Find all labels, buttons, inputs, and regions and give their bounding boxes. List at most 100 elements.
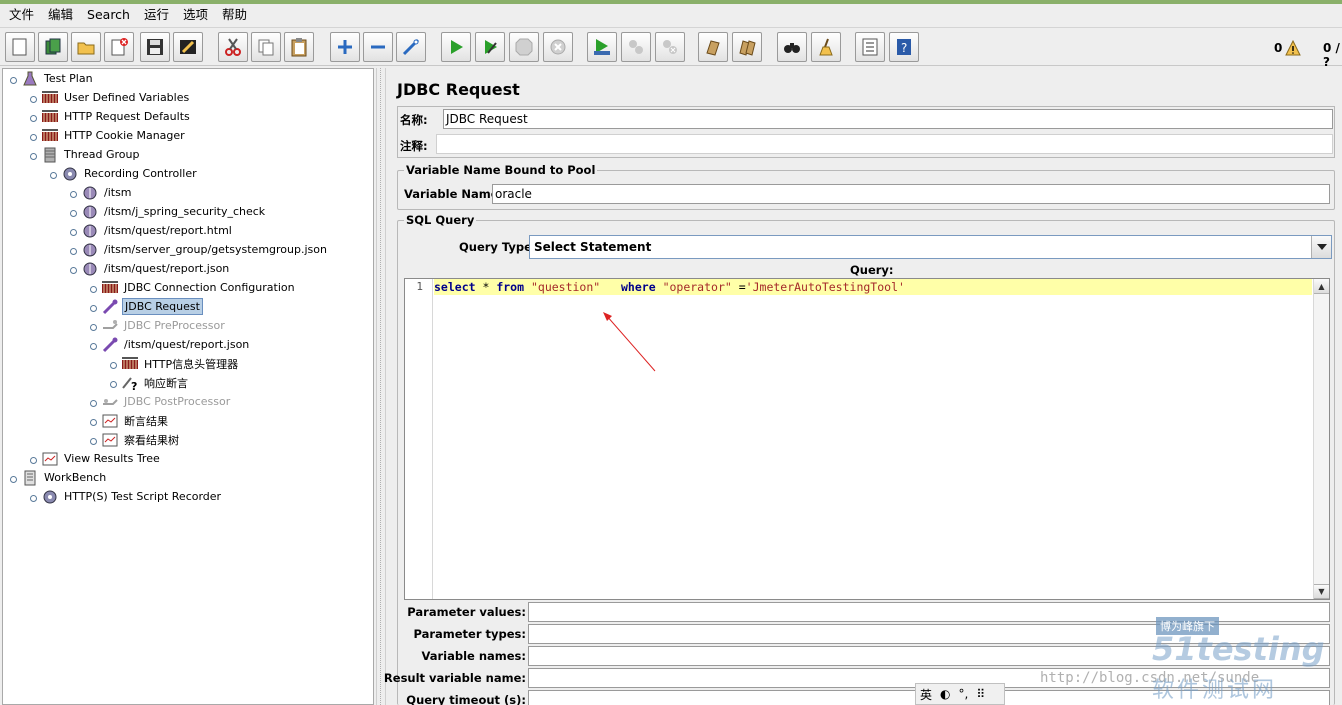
remote-shutdown-button[interactable] <box>655 32 685 62</box>
tree-node[interactable]: HTTP Request Defaults <box>27 107 192 126</box>
tree-node[interactable]: /itsm/server_group/getsystemgroup.json <box>67 240 329 259</box>
cut-button[interactable] <box>218 32 248 62</box>
tree-node[interactable]: HTTP信息头管理器 <box>107 354 240 373</box>
tree-node[interactable]: Test Plan <box>7 69 95 88</box>
tree-toggle-icon[interactable] <box>7 473 17 483</box>
menu-file[interactable]: 文件 <box>2 4 41 26</box>
stop-button[interactable] <box>509 32 539 62</box>
copy-button[interactable] <box>251 32 281 62</box>
test-plan-tree[interactable]: Test Plan User Defined Variables HTTP Requ… <box>2 68 374 705</box>
menu-edit[interactable]: 编辑 <box>41 4 80 26</box>
tree-node[interactable]: /itsm/quest/report.json <box>67 259 231 278</box>
warning-icon[interactable] <box>1285 40 1301 56</box>
tree-toggle-icon[interactable] <box>67 226 77 236</box>
code-token: "operator" <box>662 280 732 294</box>
tree-toggle-icon[interactable] <box>27 150 37 160</box>
tree-node[interactable]: HTTP Cookie Manager <box>27 126 187 145</box>
tree-node[interactable]: ? 响应断言 <box>107 373 190 392</box>
tree-toggle-icon[interactable] <box>87 397 97 407</box>
tree-node[interactable]: JDBC Connection Configuration <box>87 278 297 297</box>
chevron-down-icon[interactable] <box>1311 236 1331 258</box>
tree-toggle-icon[interactable] <box>27 93 37 103</box>
open-button[interactable] <box>71 32 101 62</box>
scroll-down-icon[interactable]: ▼ <box>1314 584 1329 599</box>
tree-toggle-icon[interactable] <box>107 378 117 388</box>
tree-node[interactable]: 察看结果树 <box>87 430 181 449</box>
tree-toggle-icon[interactable] <box>67 188 77 198</box>
tree-node-label: HTTP Cookie Manager <box>64 129 185 142</box>
templates-button[interactable] <box>38 32 68 62</box>
tree-toggle-icon[interactable] <box>27 454 37 464</box>
tree-toggle-icon[interactable] <box>27 492 37 502</box>
remote-stop-button[interactable] <box>621 32 651 62</box>
query-type-select[interactable]: Select Statement <box>529 235 1332 259</box>
tree-node[interactable]: User Defined Variables <box>27 88 191 107</box>
new-button[interactable] <box>5 32 35 62</box>
toggle-button[interactable] <box>396 32 426 62</box>
function-helper-button[interactable] <box>855 32 885 62</box>
tree-node-label: WorkBench <box>44 471 107 484</box>
tree-toggle-icon[interactable] <box>107 359 117 369</box>
tree-toggle-icon[interactable] <box>87 435 97 445</box>
tree-node[interactable]: Recording Controller <box>47 164 199 183</box>
tree-node[interactable]: WorkBench <box>7 468 108 487</box>
ime-punctuation-icon[interactable]: °, <box>959 687 969 701</box>
clear-all-button[interactable] <box>732 32 762 62</box>
reset-search-button[interactable] <box>811 32 841 62</box>
tree-node[interactable]: HTTP(S) Test Script Recorder <box>27 487 223 506</box>
tree-toggle-icon[interactable] <box>87 302 97 312</box>
tree-toggle-icon[interactable] <box>47 169 57 179</box>
remote-shutdown-icon <box>663 40 677 54</box>
panel-splitter[interactable] <box>376 68 386 705</box>
tree-toggle-icon[interactable] <box>27 131 37 141</box>
search-button[interactable] <box>777 32 807 62</box>
menu-search[interactable]: Search <box>80 4 137 26</box>
start-button[interactable] <box>441 32 471 62</box>
save-button[interactable] <box>140 32 170 62</box>
tree-toggle-icon[interactable] <box>7 74 17 84</box>
tree-node[interactable]: /itsm/quest/report.html <box>67 221 234 240</box>
variable-name-field[interactable]: oracle <box>492 184 1330 204</box>
tree-node[interactable]: /itsm/quest/report.json <box>87 335 251 354</box>
menu-run[interactable]: 运行 <box>137 4 176 26</box>
query-type-value: Select Statement <box>534 240 652 254</box>
editor-scrollbar[interactable]: ▲ ▼ <box>1313 279 1329 599</box>
save-screen-button[interactable] <box>173 32 203 62</box>
tree-node[interactable]: JDBC Request <box>87 297 203 316</box>
tree-toggle-icon[interactable] <box>27 112 37 122</box>
menu-help[interactable]: 帮助 <box>215 4 254 26</box>
tree-node[interactable]: View Results Tree <box>27 449 162 468</box>
tree-toggle-icon[interactable] <box>67 245 77 255</box>
tree-toggle-icon[interactable] <box>87 321 97 331</box>
paste-button[interactable] <box>284 32 314 62</box>
remote-start-button[interactable] <box>587 32 617 62</box>
comment-field[interactable] <box>436 134 1333 154</box>
tree-node[interactable]: JDBC PostProcessor <box>87 392 232 411</box>
tree-toggle-icon[interactable] <box>87 340 97 350</box>
tree-node[interactable]: Thread Group <box>27 145 141 164</box>
code-line[interactable]: select * from "question" where "operator… <box>434 279 1312 295</box>
ime-menu-icon[interactable]: ⠿ <box>976 687 985 701</box>
shutdown-button[interactable] <box>543 32 573 62</box>
ime-language[interactable]: 英 <box>920 686 932 703</box>
sql-query-editor[interactable]: 1 select * from "question" where "operat… <box>404 278 1330 600</box>
ime-moon-icon[interactable]: ◐ <box>940 687 950 701</box>
tree-node[interactable]: /itsm <box>67 183 134 202</box>
scroll-up-icon[interactable]: ▲ <box>1314 279 1329 294</box>
tree-node[interactable]: 断言结果 <box>87 411 170 430</box>
expand-all-button[interactable] <box>330 32 360 62</box>
ime-toolbar[interactable]: 英 ◐ °, ⠿ <box>915 683 1005 705</box>
start-no-pauses-button[interactable] <box>475 32 505 62</box>
tree-toggle-icon[interactable] <box>67 207 77 217</box>
tree-toggle-icon[interactable] <box>87 283 97 293</box>
clear-button[interactable] <box>698 32 728 62</box>
collapse-all-button[interactable] <box>363 32 393 62</box>
tree-toggle-icon[interactable] <box>67 264 77 274</box>
tree-toggle-icon[interactable] <box>87 416 97 426</box>
close-plan-button[interactable] <box>104 32 134 62</box>
name-field[interactable]: JDBC Request <box>443 109 1333 129</box>
menu-options[interactable]: 选项 <box>176 4 215 26</box>
help-button[interactable]: ? <box>889 32 919 62</box>
tree-node[interactable]: JDBC PreProcessor <box>87 316 227 335</box>
tree-node[interactable]: /itsm/j_spring_security_check <box>67 202 267 221</box>
